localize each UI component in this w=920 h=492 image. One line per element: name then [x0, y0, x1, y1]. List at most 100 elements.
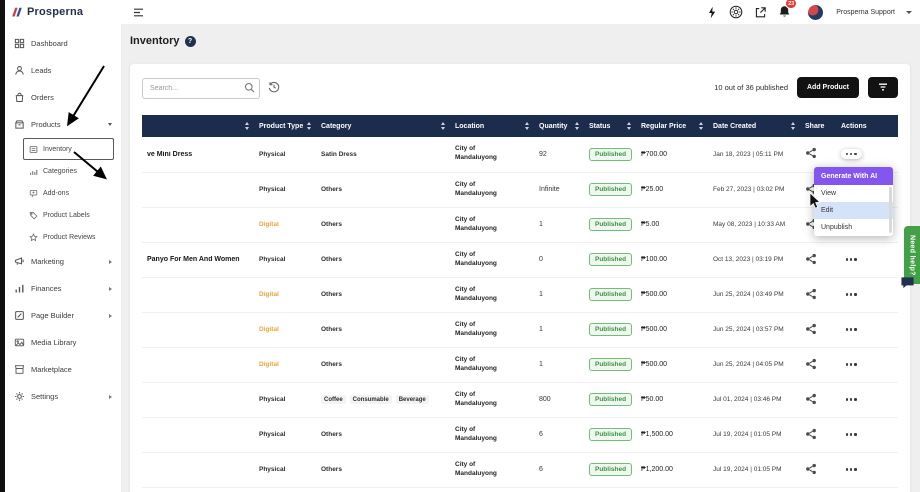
- product-price: ₱1,500.00: [641, 431, 673, 438]
- filter-button[interactable]: [868, 77, 898, 98]
- product-location: City of Mandaluyong: [455, 391, 509, 409]
- product-type: Physical: [259, 256, 285, 263]
- chevron-right-icon: [109, 314, 112, 318]
- row-actions-button[interactable]: [841, 289, 862, 299]
- sidebar-item-dashboard[interactable]: Dashboard: [5, 30, 121, 57]
- category-tags: Coffee Consumable Beverage: [321, 395, 445, 404]
- sidebar-item-page-builder[interactable]: Page Builder: [5, 302, 121, 329]
- product-location: City of Mandaluyong: [455, 426, 509, 444]
- share-icon[interactable]: [805, 253, 817, 265]
- sort-icon[interactable]: [791, 122, 795, 130]
- row-actions-button[interactable]: [841, 464, 862, 474]
- share-icon[interactable]: [805, 393, 817, 405]
- row-actions-button[interactable]: [841, 254, 862, 264]
- search-box: [142, 77, 260, 98]
- row-actions-button[interactable]: [841, 359, 862, 369]
- product-type: Physical: [259, 151, 285, 158]
- menu-scrollbar[interactable]: [889, 187, 892, 233]
- sidebar-subitem-label: Inventory: [43, 146, 72, 153]
- table-row: Physical Others City of Mandaluyong 6 Pu…: [142, 417, 898, 452]
- date-created: Jul 19, 2024 | 01:05 PM: [713, 431, 782, 438]
- share-icon[interactable]: [805, 358, 817, 370]
- sidebar-item-label: Media Library: [31, 338, 76, 347]
- search-input[interactable]: [142, 78, 260, 99]
- table-row: Panyo For Men And Women Physical Others …: [142, 242, 898, 277]
- share-icon[interactable]: [805, 147, 817, 159]
- product-category: Others: [321, 431, 342, 438]
- product-price: ₱50.00: [641, 396, 663, 403]
- chevron-down-icon: [108, 123, 112, 126]
- menu-item-edit[interactable]: Edit: [814, 202, 893, 219]
- share-icon[interactable]: [805, 463, 817, 475]
- sidebar-item-product-labels[interactable]: Product Labels: [5, 204, 121, 226]
- avatar[interactable]: [808, 5, 823, 20]
- product-quantity: 1: [539, 221, 543, 228]
- search-icon[interactable]: [244, 82, 255, 93]
- logo[interactable]: Prosperna: [5, 6, 122, 18]
- sort-icon[interactable]: [245, 122, 249, 130]
- history-icon[interactable]: [268, 81, 280, 93]
- col-header-name: [142, 115, 254, 137]
- sort-icon[interactable]: [525, 122, 529, 130]
- status-badge: Published: [589, 393, 632, 406]
- sidebar-item-categories[interactable]: Categories: [5, 160, 121, 182]
- sort-icon[interactable]: [699, 122, 703, 130]
- row-context-menu: Generate With AI View Edit Unpublish: [814, 167, 893, 236]
- product-type: Physical: [259, 431, 285, 438]
- external-link-icon[interactable]: [754, 6, 767, 19]
- product-price: ₱500.00: [641, 326, 667, 333]
- share-icon[interactable]: [805, 288, 817, 300]
- sidebar-item-leads[interactable]: Leads: [5, 57, 121, 84]
- row-actions-button[interactable]: [841, 429, 862, 439]
- product-quantity: Infinite: [539, 186, 560, 193]
- product-location: City of Mandaluyong: [455, 145, 509, 163]
- col-header-product-type: Product Type: [254, 115, 316, 137]
- status-badge: Published: [589, 463, 632, 476]
- sidebar-item-media-library[interactable]: Media Library: [5, 329, 121, 356]
- chat-bubble-icon[interactable]: [900, 276, 915, 290]
- storefront-icon: [14, 364, 25, 375]
- date-created: Jun 25, 2024 | 03:57 PM: [713, 326, 784, 333]
- sidebar-item-orders[interactable]: Orders: [5, 84, 121, 111]
- chevron-down-icon[interactable]: [906, 11, 912, 14]
- date-created: Oct 13, 2023 | 03:19 PM: [713, 256, 783, 263]
- product-quantity: 92: [539, 151, 547, 158]
- sidebar-item-marketing[interactable]: Marketing: [5, 248, 121, 275]
- help-icon[interactable]: ?: [185, 36, 196, 47]
- product-type: Digital: [259, 221, 279, 228]
- menu-item-unpublish[interactable]: Unpublish: [814, 219, 893, 236]
- row-actions-button[interactable]: [841, 324, 862, 334]
- topbar: Prosperna: [5, 0, 920, 24]
- product-category: Others: [321, 466, 342, 473]
- sort-icon[interactable]: [627, 122, 631, 130]
- share-icon[interactable]: [805, 323, 817, 335]
- table-row: Digital Others City of Mandaluyong 1 Pub…: [142, 277, 898, 312]
- sidebar-item-settings[interactable]: Settings: [5, 383, 121, 410]
- sidebar-item-marketplace[interactable]: Marketplace: [5, 356, 121, 383]
- bell-icon[interactable]: 23: [778, 5, 791, 19]
- sidebar-item-label: Marketplace: [31, 365, 72, 374]
- product-type: Digital: [259, 326, 279, 333]
- gear-icon[interactable]: [729, 5, 743, 19]
- sort-icon[interactable]: [307, 122, 311, 130]
- row-actions-button[interactable]: [841, 149, 862, 159]
- sidebar-item-inventory[interactable]: Inventory: [23, 138, 114, 160]
- menu-item-view[interactable]: View: [814, 185, 893, 202]
- sidebar-item-finances[interactable]: Finances: [5, 275, 121, 302]
- sidebar-collapse-button[interactable]: [132, 6, 145, 19]
- sort-icon[interactable]: [575, 122, 579, 130]
- sidebar-item-product-reviews[interactable]: Product Reviews: [5, 226, 121, 248]
- sidebar-item-add-ons[interactable]: Add-ons: [5, 182, 121, 204]
- flash-icon[interactable]: [706, 6, 718, 19]
- toolbar-right: 10 out of 36 published Add Product: [714, 77, 898, 98]
- row-actions-button[interactable]: [841, 394, 862, 404]
- add-product-button[interactable]: Add Product: [797, 77, 859, 98]
- sort-icon[interactable]: [441, 122, 445, 130]
- sidebar-item-products[interactable]: Products: [5, 111, 121, 138]
- product-quantity: 1: [539, 361, 543, 368]
- inventory-card: 10 out of 36 published Add Product: [130, 64, 910, 492]
- share-icon[interactable]: [805, 428, 817, 440]
- product-category: Others: [321, 291, 342, 298]
- menu-item-generate-with-ai[interactable]: Generate With AI: [814, 167, 893, 185]
- product-type: Physical: [259, 396, 285, 403]
